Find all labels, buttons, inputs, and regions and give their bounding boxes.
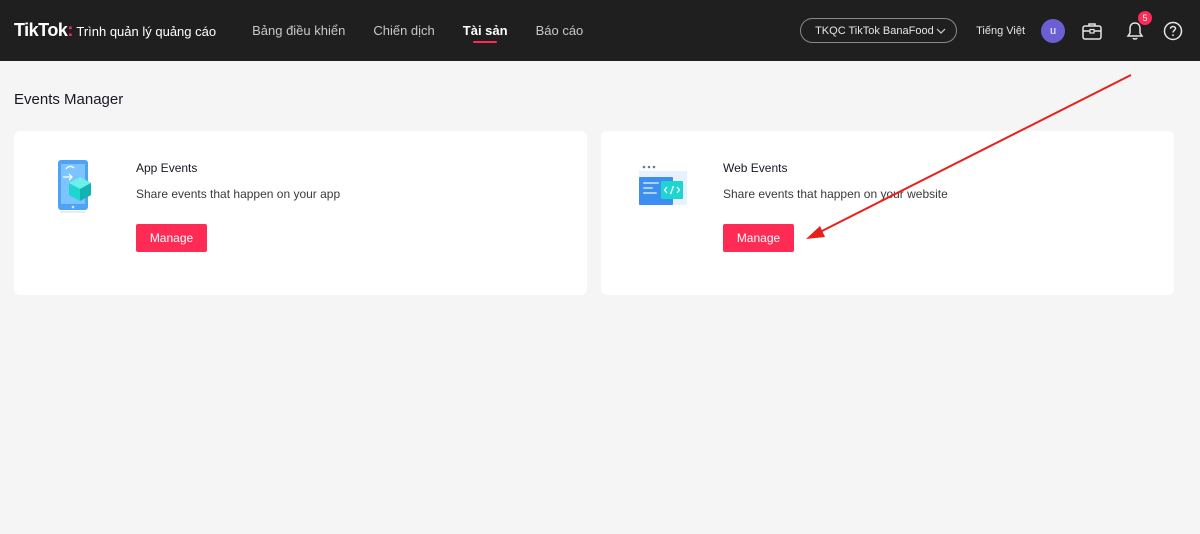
app-events-card: App Events Share events that happen on y… <box>14 131 587 295</box>
help-icon[interactable] <box>1162 20 1184 42</box>
web-events-card: Web Events Share events that happen on y… <box>601 131 1174 295</box>
account-name: TKQC TikTok BanaFood <box>815 24 934 37</box>
manage-app-events-button[interactable]: Manage <box>136 224 207 252</box>
brand-logo[interactable]: TikTok : Trình quản lý quảng cáo <box>14 20 216 41</box>
tiktok-colon: : <box>67 20 74 40</box>
top-navigation-bar: TikTok : Trình quản lý quảng cáo Bảng đi… <box>0 0 1200 61</box>
language-selector[interactable]: Tiếng Việt <box>976 25 1025 37</box>
notification-badge: 5 <box>1138 10 1152 25</box>
avatar[interactable]: u <box>1041 18 1065 43</box>
account-selector[interactable]: TKQC TikTok BanaFood <box>800 18 958 43</box>
manage-web-events-button[interactable]: Manage <box>723 224 794 252</box>
brand-subtitle: Trình quản lý quảng cáo <box>76 24 217 39</box>
bell-icon[interactable]: 5 <box>1124 10 1152 42</box>
card-title: Web Events <box>723 161 788 175</box>
header-right: TKQC TikTok BanaFood Tiếng Việt u 5 <box>800 0 1200 61</box>
nav-assets[interactable]: Tài sản <box>463 0 508 61</box>
main-nav: Bảng điều khiển Chiến dịch Tài sản Báo c… <box>252 0 611 61</box>
card-description: Share events that happen on your app <box>136 187 341 201</box>
page-title: Events Manager <box>14 91 124 108</box>
nav-reports[interactable]: Báo cáo <box>536 0 584 61</box>
chevron-down-icon <box>936 28 946 34</box>
app-events-illustration-icon <box>58 160 91 213</box>
nav-campaigns[interactable]: Chiến dịch <box>373 0 434 61</box>
card-title: App Events <box>136 161 198 175</box>
briefcase-icon[interactable] <box>1081 20 1103 42</box>
tiktok-wordmark: TikTok <box>14 20 68 40</box>
nav-dashboard[interactable]: Bảng điều khiển <box>252 0 345 61</box>
card-description: Share events that happen on your website <box>723 187 948 201</box>
web-events-illustration-icon <box>639 163 687 205</box>
